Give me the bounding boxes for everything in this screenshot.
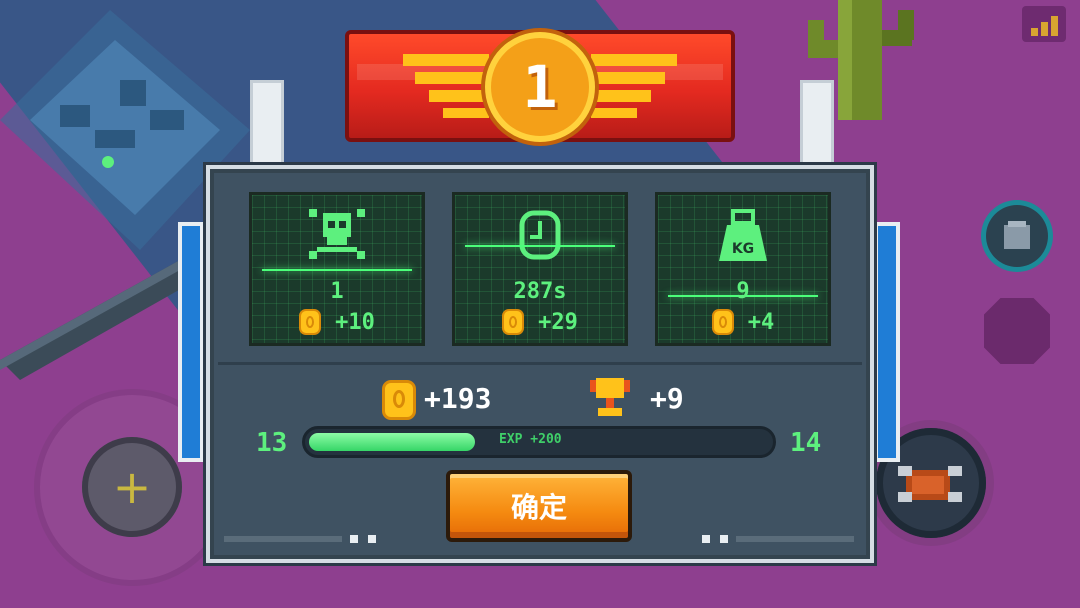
footer-dot xyxy=(702,535,710,543)
coin-icon xyxy=(382,380,416,420)
footer-dot xyxy=(350,535,358,543)
weight-reward-amount: +4 xyxy=(747,309,775,335)
left-wing-icon xyxy=(403,54,489,118)
next-level: 14 xyxy=(790,428,822,458)
joystick-knob[interactable]: + xyxy=(82,437,182,537)
footer-dot xyxy=(720,535,728,543)
exp-label: EXP +200 xyxy=(499,432,562,447)
plus-icon: + xyxy=(112,460,152,514)
time-value: 287s xyxy=(513,279,567,304)
weight-unit-label: KG xyxy=(732,241,754,257)
frame-side-left xyxy=(178,222,204,462)
time-reward: +29 xyxy=(455,307,625,337)
armor-icon xyxy=(1004,221,1030,249)
kills-reward-amount: +10 xyxy=(335,309,375,335)
scanline xyxy=(262,269,412,271)
totals-row: +193 +9 xyxy=(206,376,874,420)
exp-progress-bar: EXP +200 xyxy=(302,426,776,458)
stat-card-kills: 1 +10 xyxy=(249,192,425,346)
kills-reward: +10 xyxy=(252,307,422,337)
coin-icon xyxy=(502,309,525,335)
signal-strength-icon xyxy=(1022,6,1066,42)
coin-icon xyxy=(711,309,734,335)
skull-icon xyxy=(309,209,365,259)
exp-progress-fill xyxy=(309,433,475,451)
rank-banner: 1 xyxy=(345,30,735,155)
footer-dot xyxy=(368,535,376,543)
coin-icon xyxy=(299,309,322,335)
skill-button[interactable] xyxy=(986,205,1048,267)
stat-card-time: 287s +29 xyxy=(452,192,628,346)
player-marker-icon xyxy=(102,156,114,168)
scanline xyxy=(465,245,615,247)
weapon-icon xyxy=(898,466,962,502)
current-level: 13 xyxy=(256,428,288,458)
stat-card-weight: KG 9 +4 xyxy=(655,192,831,346)
footer-rail-left xyxy=(224,536,342,542)
confirm-button[interactable]: 确定 xyxy=(446,470,632,542)
right-wing-icon xyxy=(591,54,677,118)
frame-side-right xyxy=(874,222,900,462)
weight-icon: KG xyxy=(719,209,767,261)
weight-value: 9 xyxy=(736,279,750,304)
divider xyxy=(218,362,862,365)
time-reward-amount: +29 xyxy=(538,309,578,335)
trophy-icon xyxy=(590,378,630,416)
rank-number: 1 xyxy=(522,53,558,121)
clock-icon xyxy=(519,210,561,260)
empty-skill-slot[interactable] xyxy=(984,298,1050,364)
right-controls xyxy=(876,380,1080,580)
rank-medal: 1 xyxy=(485,32,595,142)
total-trophies: +9 xyxy=(650,382,684,415)
weight-reward: +4 xyxy=(658,307,828,337)
footer-rail-right xyxy=(736,536,854,542)
total-coins: +193 xyxy=(424,382,492,415)
kills-value: 1 xyxy=(330,279,344,304)
